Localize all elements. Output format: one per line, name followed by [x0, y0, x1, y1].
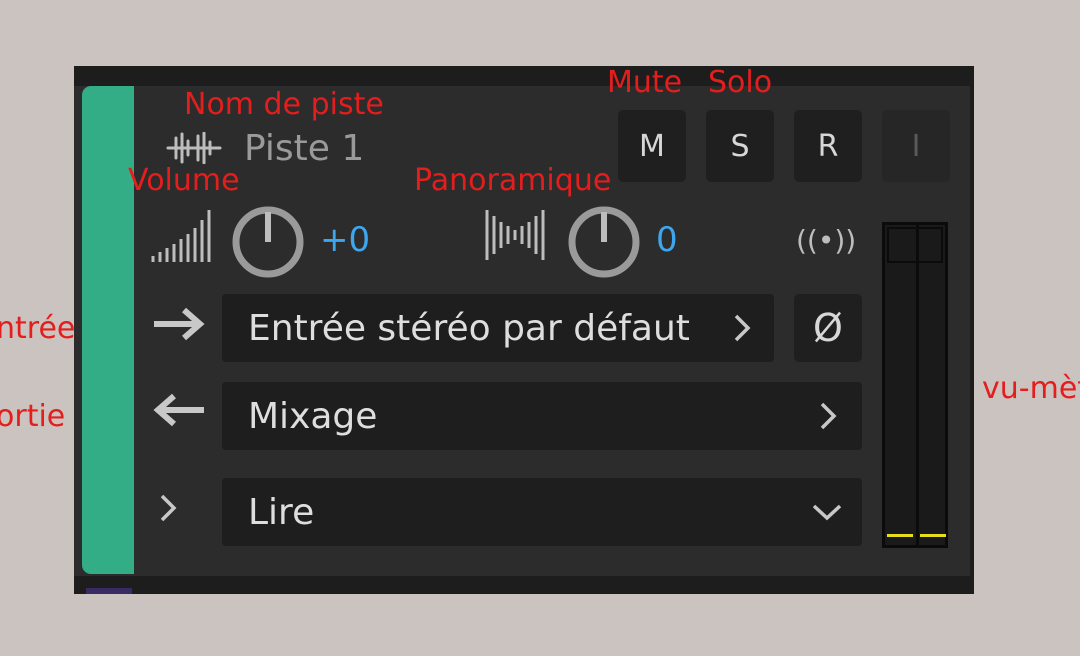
output-select[interactable]: Mixage — [222, 382, 862, 450]
annotation-track-name: Nom de piste — [184, 87, 384, 122]
waveform-icon — [166, 132, 222, 164]
track-header-panel: Piste 1 M S R I +0 0 ((•)) Entrée stéréo… — [74, 66, 974, 594]
input-select[interactable]: Entrée stéréo par défaut — [222, 294, 774, 362]
level-meter — [882, 222, 948, 548]
broadcast-icon[interactable]: ((•)) — [796, 224, 856, 257]
annotation-volume: Volume — [128, 163, 240, 198]
expand-chevron-icon[interactable] — [156, 492, 180, 524]
chevron-down-icon — [812, 504, 842, 521]
arrow-right-icon — [154, 307, 205, 341]
chevron-right-icon — [820, 402, 837, 430]
annotation-mute: Mute — [607, 65, 683, 100]
mute-button[interactable]: M — [618, 110, 686, 182]
pan-bars-icon — [485, 210, 545, 260]
annotation-solo: Solo — [708, 65, 773, 100]
annotation-meter: vu-mèt — [982, 371, 1080, 406]
pan-value[interactable]: 0 — [656, 220, 678, 260]
arrow-left-icon — [153, 393, 204, 427]
pan-knob[interactable] — [566, 204, 642, 280]
input-select-label: Entrée stéréo par défaut — [248, 308, 690, 349]
meter-clip-indicators[interactable] — [887, 227, 943, 263]
polarity-invert-button[interactable]: Ø — [794, 294, 862, 362]
output-select-label: Mixage — [248, 396, 378, 437]
automation-mode-select[interactable]: Lire — [222, 478, 862, 546]
track-name[interactable]: Piste 1 — [244, 128, 364, 169]
volume-bars-icon — [151, 210, 211, 262]
volume-knob[interactable] — [230, 204, 306, 280]
automation-mode-label: Lire — [248, 492, 315, 533]
meter-level-left — [887, 534, 913, 537]
meter-level-right — [920, 534, 946, 537]
record-arm-button[interactable]: R — [794, 110, 862, 182]
solo-button[interactable]: S — [706, 110, 774, 182]
annotation-output: ortie — [0, 399, 66, 434]
volume-value[interactable]: +0 — [320, 220, 370, 260]
chevron-right-icon — [734, 314, 751, 342]
track-color-strip[interactable] — [82, 86, 134, 574]
annotation-input: ntrée — [0, 311, 76, 346]
next-track-color-edge — [86, 588, 132, 594]
stage: Piste 1 M S R I +0 0 ((•)) Entrée stéréo… — [0, 0, 1080, 656]
input-monitor-button[interactable]: I — [882, 110, 950, 182]
annotation-pan: Panoramique — [414, 163, 612, 198]
